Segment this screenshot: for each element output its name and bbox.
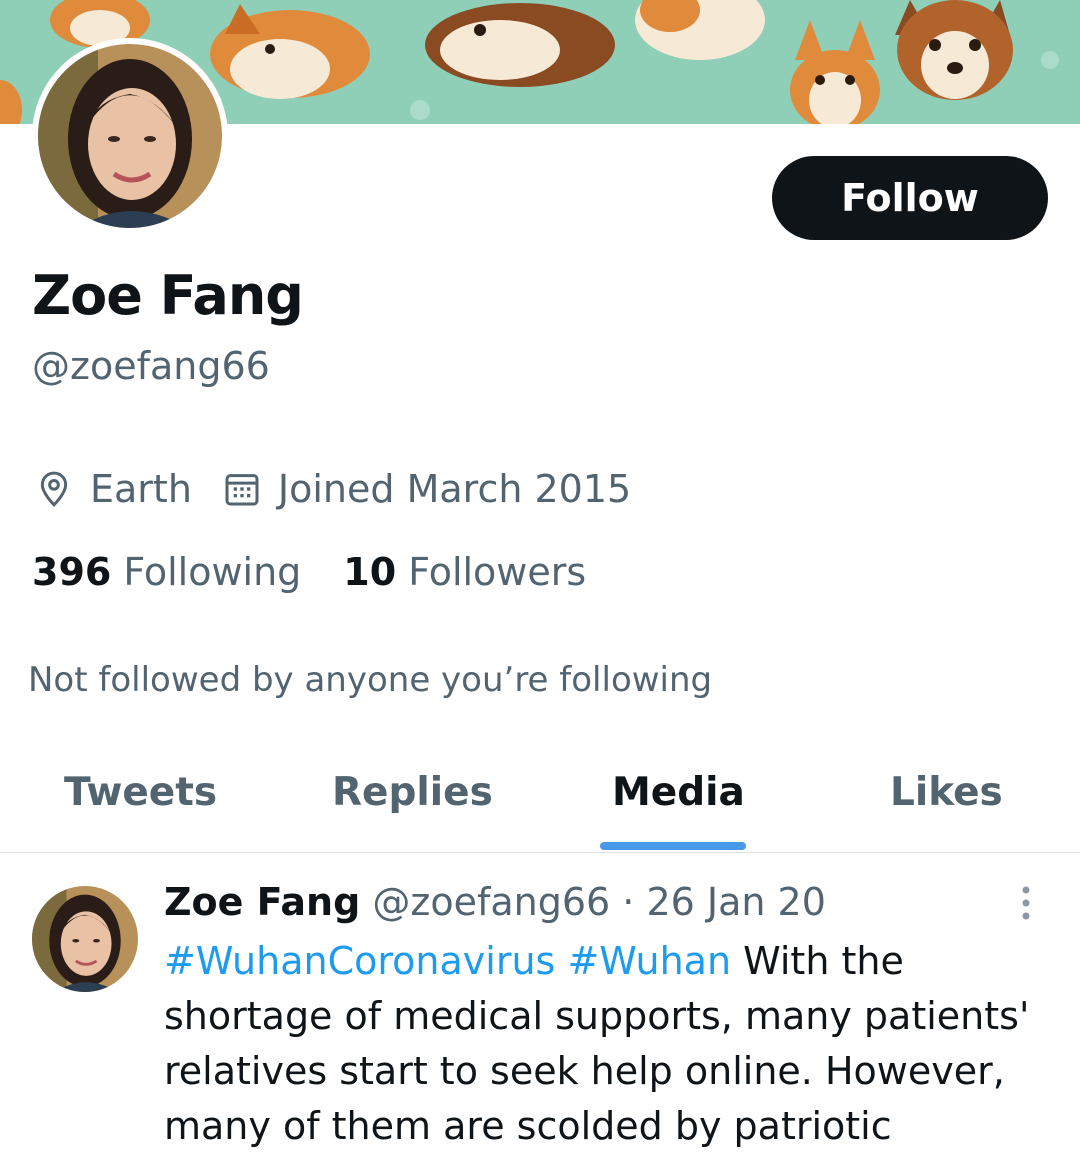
tweet-header: Zoe Fang @zoefang66 · 26 Jan 20 [164,880,826,924]
following-label: Following [123,550,302,594]
active-tab-indicator [600,842,746,850]
following-count: 396 [32,550,112,594]
tweet-separator: · [622,880,635,924]
profile-display-name: Zoe Fang [32,264,304,327]
tweet-text: #WuhanCoronavirus #Wuhan With the shorta… [164,934,1064,1154]
profile-location: Earth [90,467,192,511]
not-followed-note: Not followed by anyone you’re following [28,660,713,700]
tweet-author-name[interactable]: Zoe Fang [164,880,360,924]
calendar-icon [222,469,262,509]
followers-label: Followers [408,550,587,594]
profile-meta-row: Earth Joined March 2015 [34,466,631,512]
tab-tweets[interactable]: Tweets [64,770,217,815]
hashtag-link[interactable]: #Wuhan [567,939,731,983]
tab-likes[interactable]: Likes [890,770,1003,815]
tab-media[interactable]: Media [612,770,745,815]
profile-joined-date: Joined March 2015 [277,467,632,511]
follow-counts: 396 Following 10 Followers [32,550,586,594]
followers-count: 10 [343,550,397,594]
follow-button[interactable]: Follow [772,156,1048,240]
tweet-avatar-photo [32,886,138,992]
tab-replies[interactable]: Replies [332,770,493,815]
avatar-photo [38,44,222,228]
tweet-author-avatar[interactable] [32,886,138,992]
following-link[interactable]: 396 Following [32,550,301,594]
tweet-author-handle[interactable]: @zoefang66 [372,880,610,924]
followers-link[interactable]: 10 Followers [343,550,586,594]
profile-avatar[interactable] [38,44,222,228]
more-options-icon[interactable] [1014,884,1038,924]
profile-avatar-container[interactable] [32,38,228,234]
profile-handle: @zoefang66 [32,344,270,388]
profile-tabs: Tweets Replies Media Likes [0,740,1080,853]
hashtag-link[interactable]: #WuhanCoronavirus [164,939,555,983]
location-pin-icon [34,469,74,509]
tweet-date[interactable]: 26 Jan 20 [646,880,825,924]
